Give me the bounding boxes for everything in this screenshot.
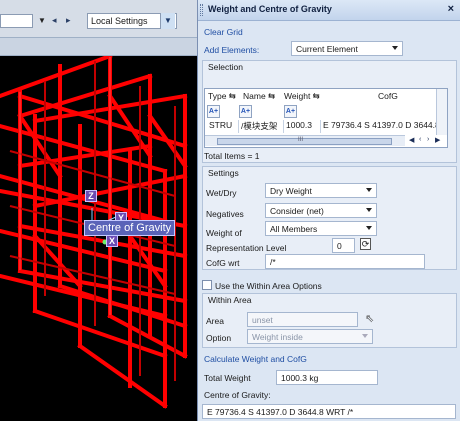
last-page-icon[interactable]: ▶	[435, 136, 440, 144]
clear-grid-link[interactable]: Clear Grid	[204, 27, 243, 37]
col-name-header[interactable]: Name ⇆	[243, 91, 275, 102]
local-settings-arrow-icon[interactable]: ▼	[160, 13, 175, 29]
col-weight-header[interactable]: Weight ⇆	[284, 91, 320, 102]
rep-level-label: Representation Level	[206, 243, 287, 253]
axis-x-label: X	[106, 235, 118, 247]
viewport-sub-toolbar	[0, 38, 197, 56]
pick-cursor-icon[interactable]: ⇖	[365, 312, 374, 325]
cofg-wrt-label: CofG wrt	[206, 258, 240, 268]
chevron-down-icon	[392, 46, 398, 50]
view-combo[interactable]	[0, 14, 33, 28]
cog-marker-label: Centre of Gravity	[84, 220, 176, 236]
cell-type: STRU	[207, 120, 239, 133]
first-page-icon[interactable]: ◀	[409, 136, 414, 144]
weight-of-label: Weight of	[206, 228, 242, 238]
area-input[interactable]: unset	[247, 312, 358, 327]
option-dropdown[interactable]: Weight inside	[247, 329, 373, 344]
panel-title: Weight and Centre of Gravity	[208, 4, 332, 14]
viewport-toolbar: ▼ ◂ ▸ Local Settings ▼	[0, 0, 197, 38]
within-area-title: Within Area	[208, 295, 252, 305]
within-area-checkbox[interactable]	[202, 280, 212, 290]
panel-header: Weight and Centre of Gravity ×	[198, 0, 460, 21]
total-items: Total Items = 1	[204, 151, 260, 161]
steel-frame-model	[0, 56, 188, 409]
cofg-wrt-input[interactable]: /*	[265, 254, 425, 269]
weight-of-value: All Members	[270, 224, 318, 234]
weight-of-dropdown[interactable]: All Members	[265, 221, 377, 236]
cell-weight: 1000.3	[284, 120, 321, 133]
wet-dry-dropdown[interactable]: Dry Weight	[265, 183, 377, 198]
cell-name: /模块支架	[239, 120, 284, 133]
chevron-down-icon	[366, 188, 372, 192]
rep-level-input[interactable]: 0	[332, 238, 355, 253]
add-elements-value: Current Element	[296, 44, 358, 54]
type-filter-icon[interactable]: A+	[207, 105, 220, 118]
grid-horizontal-scrollbar[interactable]: III	[205, 135, 405, 146]
option-value: Weight inside	[252, 332, 303, 342]
drag-grip-icon[interactable]	[200, 4, 203, 16]
cog-result-label: Centre of Gravity:	[204, 390, 271, 400]
scroll-thumb[interactable]: III	[217, 137, 392, 145]
col-type-header[interactable]: Type ⇆	[208, 91, 236, 102]
wet-dry-label: Wet/Dry	[206, 188, 237, 198]
area-label: Area	[206, 316, 224, 326]
cog-result-value: E 79736.4 S 41397.0 D 3644.8 WRT /*	[202, 404, 456, 419]
negatives-label: Negatives	[206, 209, 244, 219]
negatives-value: Consider (net)	[270, 206, 324, 216]
within-area-check-label[interactable]: Use the Within Area Options	[215, 281, 322, 291]
local-settings-label: Local Settings	[91, 16, 148, 26]
prev-page-icon[interactable]: ‹	[419, 136, 421, 143]
nav-back-icon[interactable]: ◂	[52, 15, 57, 26]
selection-title: Selection	[208, 62, 243, 72]
name-filter-icon[interactable]: A+	[239, 105, 252, 118]
negatives-dropdown[interactable]: Consider (net)	[265, 203, 377, 218]
total-weight-value: 1000.3 kg	[276, 370, 378, 385]
total-weight-label: Total Weight	[204, 373, 251, 383]
refresh-icon[interactable]: ⟳	[360, 238, 371, 250]
3d-viewport[interactable]: ▼ ◂ ▸ Local Settings ▼ Z Y X Centre of G…	[0, 0, 197, 421]
axis-z-label: Z	[85, 190, 97, 202]
chevron-down-icon	[362, 334, 368, 338]
chevron-down-icon	[366, 226, 372, 230]
weight-filter-icon[interactable]: A+	[284, 105, 297, 118]
option-label: Option	[206, 333, 232, 343]
grid-vertical-scrollbar[interactable]	[436, 89, 447, 135]
view-combo-arrow-icon[interactable]: ▼	[38, 16, 46, 25]
chevron-down-icon	[366, 208, 372, 212]
wet-dry-value: Dry Weight	[270, 186, 312, 196]
nav-forward-icon[interactable]: ▸	[66, 15, 71, 26]
add-elements-dropdown[interactable]: Current Element	[291, 41, 403, 56]
cell-cofg: E 79736.4 S 41397.0 D 3644.8	[323, 120, 437, 130]
calculate-button[interactable]: Calculate Weight and CofG	[204, 354, 307, 364]
col-cofg-header[interactable]: CofG	[378, 91, 398, 101]
weight-cog-panel: Weight and Centre of Gravity × Clear Gri…	[197, 0, 460, 421]
selection-grid[interactable]: Type ⇆ Name ⇆ Weight ⇆ CofG A+ A+ A+ STR…	[204, 88, 448, 148]
close-icon[interactable]: ×	[448, 3, 454, 15]
next-page-icon[interactable]: ›	[427, 136, 429, 143]
settings-title: Settings	[208, 168, 239, 178]
add-elements-label: Add Elements:	[204, 45, 260, 55]
